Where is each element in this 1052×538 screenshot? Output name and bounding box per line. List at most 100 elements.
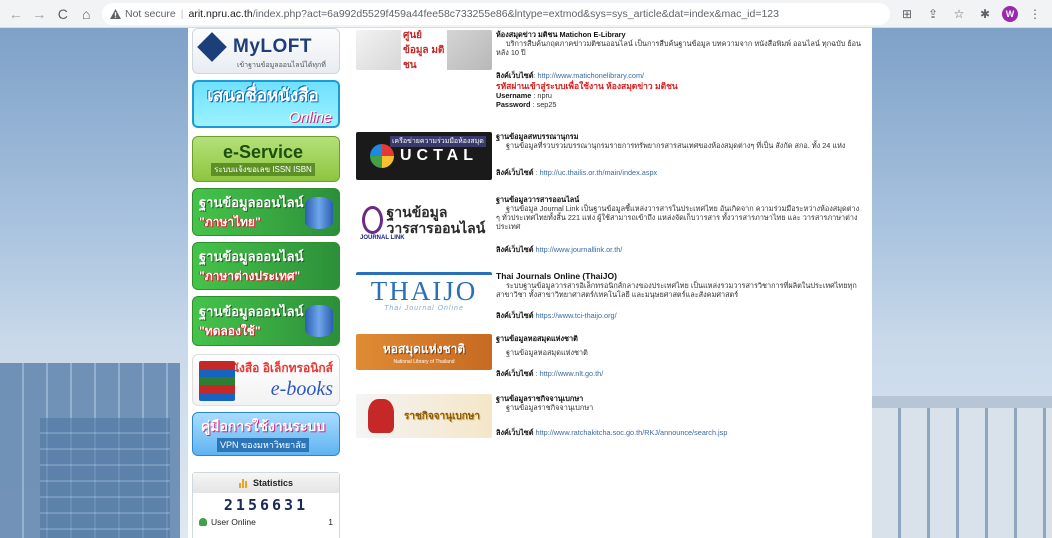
db-thai-line2: "ภาษาไทย" [199, 215, 261, 229]
link-label: ลิงค์เว็บไซต์ [496, 168, 534, 177]
myloft-logo-icon [197, 31, 227, 62]
propose-book-title: เสนอชื่อหนังสือ [207, 86, 319, 105]
db-trial-line1: ฐานข้อมูลออนไลน์ [199, 304, 304, 319]
bar-chart-icon [238, 478, 249, 488]
translate-icon[interactable]: ⊞ [898, 5, 916, 23]
database-icon [305, 197, 333, 229]
myloft-subtitle: เข้าฐานข้อมูลออนไลน์ได้ทุกที่ [237, 61, 326, 69]
username-value: : npru [533, 91, 552, 100]
reload-button[interactable]: C [53, 4, 73, 24]
user-online-row: User Online 1 [193, 514, 339, 527]
journallink-logo-small: JOURNAL LINK [360, 235, 405, 241]
back-button[interactable]: ← [6, 4, 26, 24]
ebooks-banner[interactable]: หนังสือ อิเล็กทรอนิกส์ e-books [192, 354, 340, 406]
vpn-manual-title: คู่มือการใช้งานระบบ [200, 418, 326, 434]
uctal-logo-top: เครือข่ายความร่วมมือห้องสมุด [390, 136, 486, 147]
database-icon [305, 305, 333, 337]
password-value: : sep25 [532, 100, 557, 109]
menu-icon[interactable]: ⋮ [1026, 5, 1044, 23]
matichon-link[interactable]: : http://www.matichonelibrary.com/ [534, 71, 645, 80]
eservice-banner[interactable]: e-Service ระบบแจ้งขอเลข ISSN ISBN [192, 136, 340, 182]
home-button[interactable]: ⌂ [77, 4, 97, 24]
url-separator: | [180, 7, 184, 20]
user-icon [199, 518, 207, 526]
uctal-emblem-icon [369, 144, 394, 168]
matichon-password-notice: รหัสผ่านเข้าสู่ระบบเพื่อใช้งาน ห้องสมุดข… [496, 81, 678, 91]
journallink-title: ฐานข้อมูลวารสารออนไลน์ [496, 195, 580, 204]
db-trial-line2: "ทดลองใช้" [199, 324, 261, 338]
db-thai-banner[interactable]: ฐานข้อมูลออนไลน์ "ภาษาไทย" [192, 188, 340, 236]
ratchakitcha-logo[interactable]: ราชกิจจานุเบกษา [356, 394, 492, 438]
thaijo-description: ระบบฐานข้อมูลวารสารอิเล็กทรอนิกส์กลางของ… [496, 281, 857, 299]
page-viewport[interactable]: MyLOFT เข้าฐานข้อมูลออนไลน์ได้ทุกที่ เสน… [0, 28, 1052, 538]
matichon-password-row: Password : sep25 [496, 100, 864, 109]
myloft-banner[interactable]: MyLOFT เข้าฐานข้อมูลออนไลน์ได้ทุกที่ [192, 28, 340, 74]
journallink-description: ฐานข้อมูล Journal Link เป็นฐานข้อมูลชี้แ… [496, 204, 860, 231]
db-trial-banner[interactable]: ฐานข้อมูลออนไลน์ "ทดลองใช้" [192, 296, 340, 346]
matichon-info: ห้องสมุดข่าว มติชน Matichon E-Library บร… [496, 30, 864, 109]
ratchakitcha-link-row: ลิงค์เว็บไซต์ http://www.ratchakitcha.so… [496, 428, 864, 437]
thaijo-link[interactable]: https://www.tci-thaijo.org/ [534, 311, 617, 320]
forward-button[interactable]: → [30, 4, 50, 24]
uctal-link[interactable]: : http://uc.thailis.or.th/main/index.asp… [534, 168, 658, 177]
thaijo-logo[interactable]: THAIJO Thai Journal Online [356, 272, 492, 316]
journallink-logo[interactable]: ฐานข้อมูลวารสารออนไลน์ JOURNAL LINK [356, 195, 492, 245]
statistics-header: Statistics [193, 473, 339, 493]
uctal-title: ฐานข้อมูลสหบรรณานุกรม [496, 132, 579, 141]
nlt-link[interactable]: : http://www.nlt.go.th/ [534, 369, 604, 378]
nlt-description: ฐานข้อมูลหอสมุดแห่งชาติ [506, 348, 588, 357]
nlt-logo-text: หอสมุดแห่งชาติ [382, 341, 466, 356]
matichon-logo-text: ศูนย์ข้อมูล มติชน [401, 30, 447, 70]
ebooks-line1: หนังสือ อิเล็กทรอนิกส์ [222, 361, 333, 375]
profile-avatar[interactable]: W [1002, 5, 1018, 22]
journallink-logo-text: ฐานข้อมูลวารสารออนไลน์ [386, 204, 486, 236]
matichon-link-row: ลิงค์เว็บไซต์: http://www.matichonelibra… [496, 71, 864, 80]
journallink-info: ฐานข้อมูลวารสารออนไลน์ ฐานข้อมูล Journal… [496, 195, 864, 254]
books-icon [199, 361, 235, 401]
link-label: ลิงค์เว็บไซต์ [496, 245, 534, 254]
thaijo-link-row: ลิงค์เว็บไซต์ https://www.tci-thaijo.org… [496, 311, 864, 320]
link-label: ลิงค์เว็บไซต์ [496, 369, 534, 378]
left-sidebar: MyLOFT เข้าฐานข้อมูลออนไลน์ได้ทุกที่ เสน… [188, 28, 344, 538]
star-icon[interactable]: ☆ [950, 5, 968, 23]
share-icon[interactable]: ⇪ [924, 5, 942, 23]
thaijo-logo-main: THAIJO [370, 275, 478, 306]
thaijo-info: Thai Journals Online (ThaiJO) ระบบฐานข้อ… [496, 271, 864, 321]
journallink-link[interactable]: http://www.journallink.or.th/ [534, 245, 623, 254]
url-host: arit.npru.ac.th [188, 7, 253, 20]
link-label: ลิงค์เว็บไซต์ [496, 71, 534, 80]
address-bar[interactable]: Not secure | arit.npru.ac.th /index.php?… [102, 2, 890, 25]
matichon-logo[interactable]: ศูนย์ข้อมูล มติชน [356, 30, 492, 70]
background-building-right [872, 408, 1052, 538]
journallink-emblem-icon [362, 206, 383, 234]
background-building-left-windows [40, 418, 170, 538]
db-thai-line1: ฐานข้อมูลออนไลน์ [199, 195, 304, 210]
thaijo-title: Thai Journals Online (ThaiJO) [496, 271, 617, 281]
db-foreign-line1: ฐานข้อมูลออนไลน์ [199, 249, 304, 264]
ratchakitcha-title: ฐานข้อมูลราชกิจจานุเบกษา [496, 394, 584, 403]
journallink-link-row: ลิงค์เว็บไซต์ http://www.journallink.or.… [496, 245, 864, 254]
nlt-logo[interactable]: หอสมุดแห่งชาติ National Library of Thail… [356, 334, 492, 370]
vpn-manual-banner[interactable]: คู่มือการใช้งานระบบ VPN ของมหาวิทยาลัย [192, 412, 340, 456]
garuda-emblem-icon [367, 399, 394, 433]
eservice-subtitle: ระบบแจ้งขอเลข ISSN ISBN [211, 163, 315, 176]
ratchakitcha-description: ฐานข้อมูลราชกิจจานุเบกษา [506, 403, 594, 412]
user-online-count: 1 [328, 517, 333, 527]
db-foreign-banner[interactable]: ฐานข้อมูลออนไลน์ "ภาษาต่างประเทศ" [192, 242, 340, 290]
browser-toolbar: ← → C ⌂ Not secure | arit.npru.ac.th /in… [0, 0, 1052, 28]
globe-icon: ศูนย์ข้อมูล มติชน [401, 30, 447, 70]
ebooks-line2: e-books [270, 378, 333, 400]
extensions-icon[interactable]: ✱ [976, 5, 994, 23]
warning-icon[interactable] [110, 8, 121, 19]
uctal-logo[interactable]: เครือข่ายความร่วมมือห้องสมุด UCTAL [356, 132, 492, 180]
visitor-counter: 2156631 [223, 496, 309, 514]
ratchakitcha-link[interactable]: http://www.ratchakitcha.soc.go.th/RKJ/an… [534, 428, 728, 437]
uctal-info: ฐานข้อมูลสหบรรณานุกรม ฐานข้อมูลที่รวบรวม… [496, 132, 864, 177]
thaijo-logo-sub: Thai Journal Online [384, 304, 464, 312]
propose-book-banner[interactable]: เสนอชื่อหนังสือ Online [192, 80, 340, 128]
db-foreign-line2: "ภาษาต่างประเทศ" [199, 269, 301, 283]
url-path: /index.php?act=6a992d5529f459a44fee58c73… [252, 7, 779, 20]
myloft-logo-row: MyLOFT [197, 31, 333, 62]
security-label[interactable]: Not secure [125, 8, 176, 20]
link-label: ลิงค์เว็บไซต์ [496, 428, 534, 437]
